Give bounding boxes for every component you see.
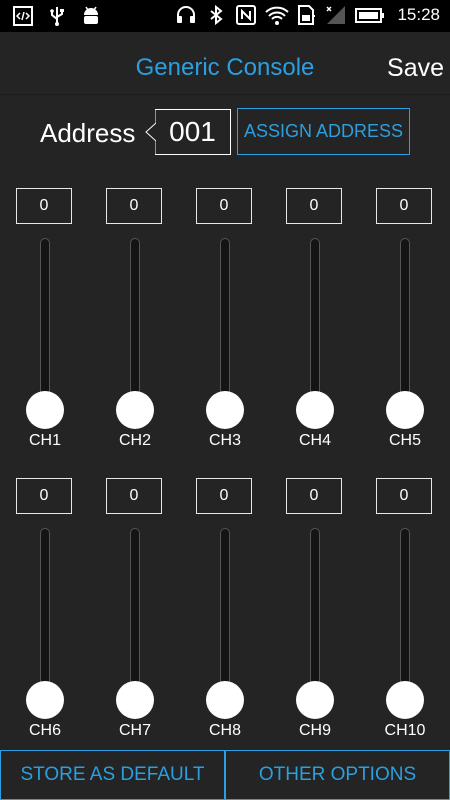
channel-slider-knob[interactable] bbox=[116, 391, 154, 429]
channel-slider-knob[interactable] bbox=[26, 681, 64, 719]
channel-label: CH8 bbox=[208, 722, 241, 739]
assign-address-button[interactable]: ASSIGN ADDRESS bbox=[237, 108, 410, 155]
channel-slider-knob[interactable] bbox=[296, 391, 334, 429]
channel-value-field[interactable]: 0 bbox=[106, 478, 162, 514]
other-options-button[interactable]: OTHER OPTIONS bbox=[225, 750, 450, 800]
channel-slider-track[interactable] bbox=[310, 238, 320, 413]
bluetooth-icon bbox=[205, 4, 227, 26]
clock-time: 15:28 bbox=[397, 5, 440, 24]
channel-label: CH3 bbox=[208, 432, 241, 449]
channel-slider-track[interactable] bbox=[130, 238, 140, 413]
save-button[interactable]: Save bbox=[387, 54, 444, 83]
code-icon bbox=[12, 5, 34, 27]
channel-value-field[interactable]: 0 bbox=[196, 188, 252, 224]
generic-console-screen: 15:28 Generic Console Save Address 001 A… bbox=[0, 0, 450, 800]
channel-label: CH5 bbox=[388, 432, 421, 449]
channel-slider-knob[interactable] bbox=[296, 681, 334, 719]
usb-icon bbox=[46, 5, 68, 27]
channel-value-field[interactable]: 0 bbox=[286, 188, 342, 224]
channel-slider-knob[interactable] bbox=[26, 391, 64, 429]
channel-slider-knob[interactable] bbox=[386, 391, 424, 429]
channel-slider-track[interactable] bbox=[400, 528, 410, 703]
channel-label: CH9 bbox=[298, 722, 331, 739]
channel-slider-track[interactable] bbox=[220, 238, 230, 413]
channel-slider-track[interactable] bbox=[310, 528, 320, 703]
channel-label: CH6 bbox=[28, 722, 61, 739]
channel-slider-track[interactable] bbox=[400, 238, 410, 413]
store-as-default-button[interactable]: STORE AS DEFAULT bbox=[0, 750, 225, 800]
channel-slider-knob[interactable] bbox=[206, 681, 244, 719]
channel-label: CH10 bbox=[384, 722, 426, 739]
sim-icon bbox=[295, 4, 317, 26]
nfc-icon bbox=[235, 4, 257, 26]
page-title: Generic Console bbox=[135, 54, 315, 81]
wifi-icon bbox=[265, 4, 290, 26]
channel-slider-knob[interactable] bbox=[206, 391, 244, 429]
status-bar: 15:28 bbox=[0, 0, 450, 32]
channel-value-field[interactable]: 0 bbox=[376, 188, 432, 224]
channel-label: CH7 bbox=[118, 722, 151, 739]
address-label: Address bbox=[40, 118, 136, 148]
channel-slider-knob[interactable] bbox=[386, 681, 424, 719]
channel-label: CH2 bbox=[118, 432, 151, 449]
channel-value-field[interactable]: 0 bbox=[106, 188, 162, 224]
channel-value-field[interactable]: 0 bbox=[196, 478, 252, 514]
channel-value-field[interactable]: 0 bbox=[286, 478, 342, 514]
android-debug-icon bbox=[80, 5, 102, 27]
channel-slider-track[interactable] bbox=[40, 238, 50, 413]
channel-slider-track[interactable] bbox=[130, 528, 140, 703]
signal-icon bbox=[325, 4, 347, 26]
channel-slider-knob[interactable] bbox=[116, 681, 154, 719]
channel-label: CH1 bbox=[28, 432, 61, 449]
channel-slider-track[interactable] bbox=[220, 528, 230, 703]
address-input[interactable]: 001 bbox=[155, 109, 231, 155]
channel-value-field[interactable]: 0 bbox=[376, 478, 432, 514]
headset-icon bbox=[175, 4, 197, 26]
channel-value-field[interactable]: 0 bbox=[16, 478, 72, 514]
channel-label: CH4 bbox=[298, 432, 331, 449]
action-bar: Generic Console Save bbox=[0, 32, 450, 95]
channel-slider-track[interactable] bbox=[40, 528, 50, 703]
channel-value-field[interactable]: 0 bbox=[16, 188, 72, 224]
address-pointer-icon bbox=[145, 109, 156, 155]
battery-icon bbox=[355, 4, 385, 26]
